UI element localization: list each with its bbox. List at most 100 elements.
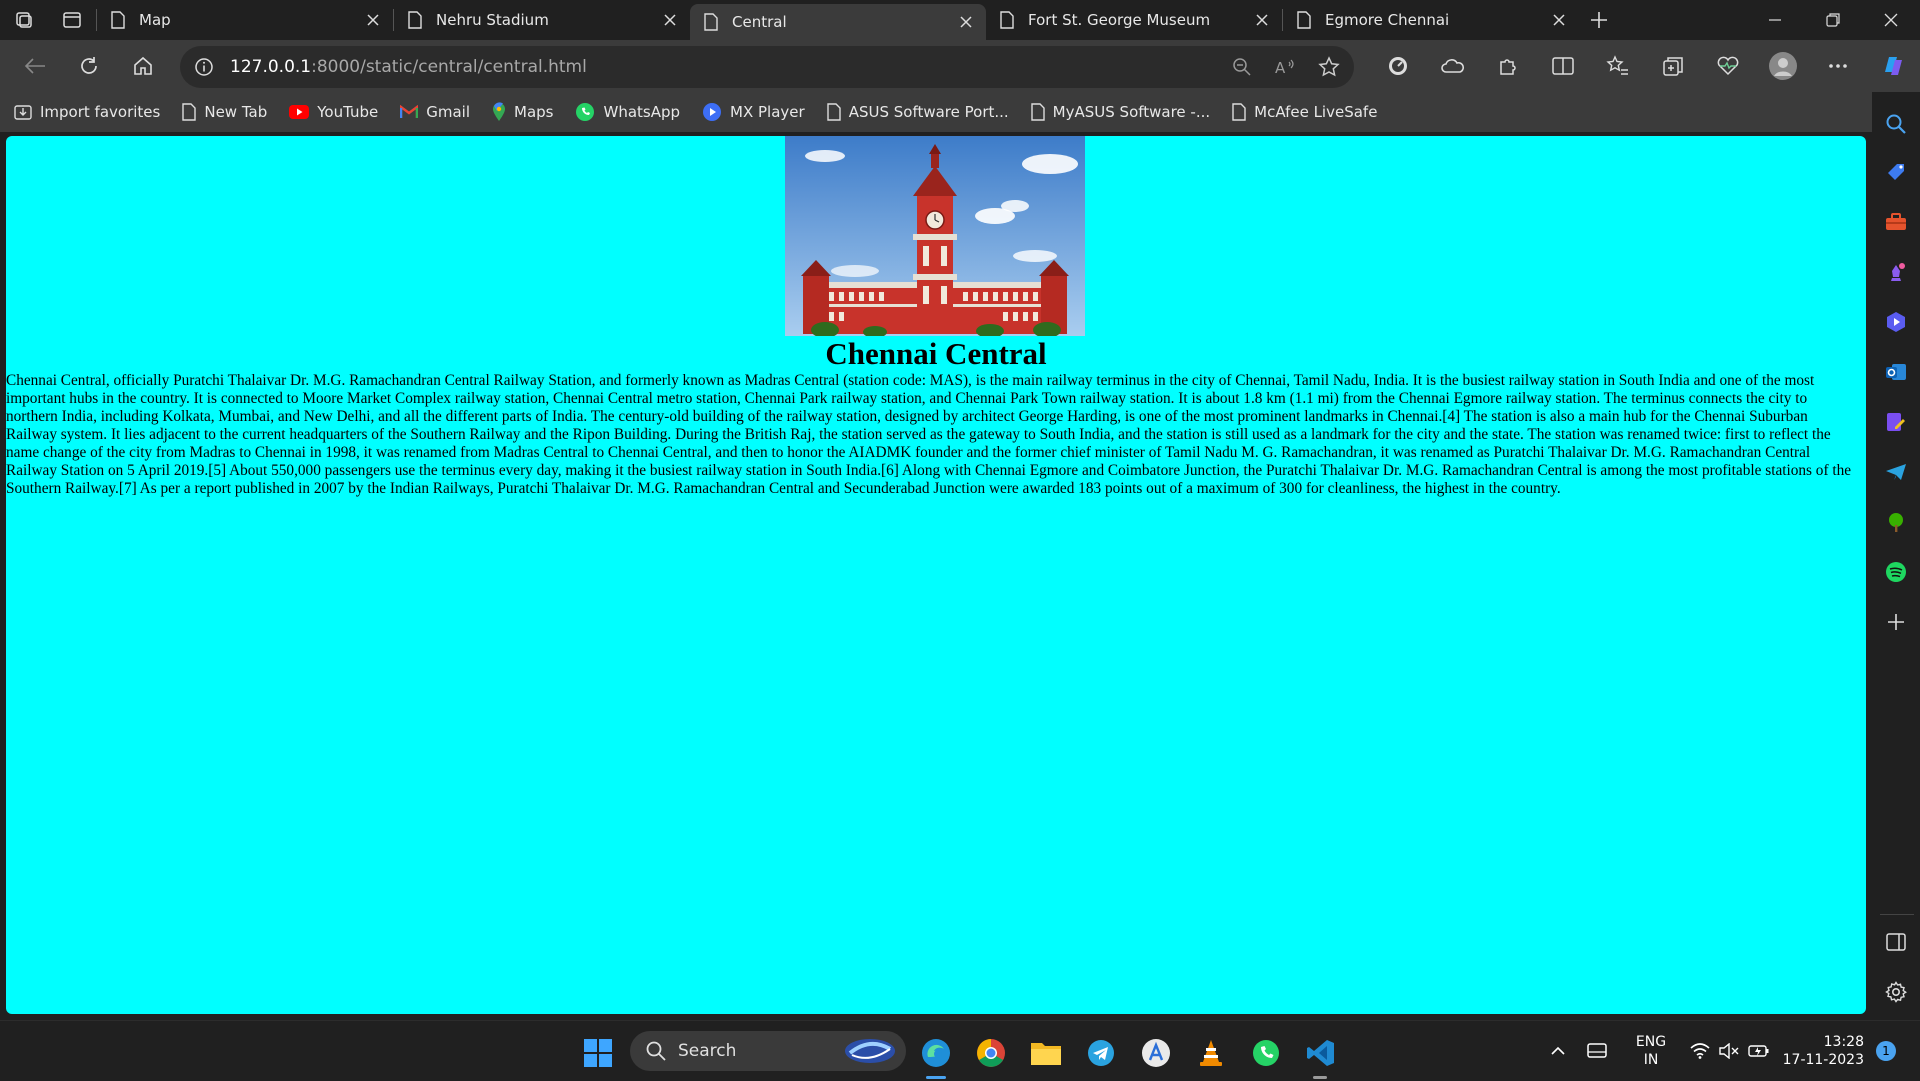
sidebar-tools-button[interactable] — [1880, 206, 1912, 238]
browser-essentials-button[interactable] — [1700, 46, 1755, 86]
refresh-icon — [81, 57, 97, 74]
sidebar-add-button[interactable] — [1880, 606, 1912, 638]
notification-badge[interactable]: 1 — [1876, 1041, 1896, 1061]
copilot-button[interactable] — [1865, 46, 1920, 86]
outlook-icon — [1886, 364, 1906, 380]
sidebar-search-button[interactable] — [1880, 108, 1912, 140]
shopping-tag-icon — [1888, 164, 1904, 180]
taskbar-app-store[interactable] — [1136, 1033, 1176, 1073]
sidebar-hide-button[interactable] — [1880, 926, 1912, 958]
tab-actions-button[interactable] — [48, 0, 96, 40]
close-icon[interactable] — [1549, 10, 1569, 30]
tab-egmore-chennai[interactable]: Egmore Chennai — [1283, 0, 1579, 40]
minimize-button[interactable] — [1746, 0, 1804, 40]
close-icon[interactable] — [1252, 10, 1272, 30]
taskbar-vscode[interactable] — [1301, 1033, 1341, 1073]
language-indicator[interactable]: ENG IN — [1622, 1033, 1680, 1069]
extension-button-2[interactable] — [1425, 46, 1480, 86]
sidebar-panel-icon — [1886, 933, 1906, 951]
favorites-button[interactable] — [1590, 46, 1645, 86]
spotify-icon — [1886, 562, 1906, 582]
close-icon[interactable] — [956, 12, 976, 32]
url-path: :8000/static/central/central.html — [311, 57, 587, 77]
sidebar-spotify-button[interactable] — [1880, 556, 1912, 588]
extension-button-1[interactable] — [1370, 46, 1425, 86]
new-tab-button[interactable] — [1579, 0, 1619, 40]
sidebar-outlook-button[interactable] — [1880, 356, 1912, 388]
sidebar-telegram-button[interactable] — [1880, 456, 1912, 488]
address-bar[interactable]: 127.0.0.1:8000/static/central/central.ht… — [180, 46, 1354, 88]
sidebar-copilot-button[interactable] — [1880, 306, 1912, 338]
page-icon — [408, 11, 422, 29]
bookmark-whatsapp[interactable]: WhatsApp — [575, 102, 680, 122]
taskbar-chrome[interactable] — [971, 1033, 1011, 1073]
bookmark-maps[interactable]: Maps — [492, 102, 553, 122]
settings-more-button[interactable] — [1810, 46, 1865, 86]
clock[interactable]: 13:28 17-11-2023 — [1780, 1033, 1864, 1069]
read-aloud-icon[interactable]: A — [1274, 57, 1296, 77]
close-window-button[interactable] — [1862, 0, 1920, 40]
bookmark-mx-player[interactable]: MX Player — [702, 102, 805, 122]
bookmark-new-tab[interactable]: New Tab — [182, 103, 267, 121]
workspaces-button[interactable] — [0, 0, 48, 40]
start-button[interactable] — [578, 1033, 618, 1073]
info-icon[interactable] — [194, 57, 214, 77]
tray-device-button[interactable] — [1572, 1043, 1622, 1059]
heart-pulse-icon — [1717, 56, 1738, 76]
taskbar-vlc[interactable] — [1191, 1033, 1231, 1073]
send-icon — [1886, 464, 1906, 480]
active-app-indicator — [926, 1076, 946, 1079]
sidebar-games-button[interactable] — [1880, 256, 1912, 288]
restore-button[interactable] — [1804, 0, 1862, 40]
taskbar-telegram[interactable] — [1081, 1033, 1121, 1073]
sidebar-shopping-button[interactable] — [1880, 156, 1912, 188]
battery-charging-icon — [1748, 1045, 1769, 1057]
close-icon[interactable] — [363, 10, 383, 30]
back-button[interactable] — [8, 46, 62, 86]
refresh-button[interactable] — [62, 46, 116, 86]
tab-actions-icon — [63, 12, 81, 28]
clock-date: 17-11-2023 — [1782, 1052, 1864, 1068]
extensions-button[interactable] — [1480, 46, 1535, 86]
url-host: 127.0.0.1 — [230, 57, 312, 77]
bookmark-label: ASUS Software Port... — [848, 103, 1009, 121]
tab-central[interactable]: Central — [690, 4, 986, 40]
tab-nehru-stadium[interactable]: Nehru Stadium — [394, 0, 690, 40]
bookmark-label: Import favorites — [40, 103, 161, 121]
favorite-star-icon[interactable] — [1318, 56, 1340, 78]
bookmark-mcafee-livesafe[interactable]: McAfee LiveSafe — [1232, 103, 1377, 121]
tab-fort-st-george-museum[interactable]: Fort St. George Museum — [986, 0, 1282, 40]
collections-button[interactable] — [1645, 46, 1700, 86]
folder-icon — [1031, 1043, 1061, 1065]
tab-map[interactable]: Map — [97, 0, 393, 40]
sidebar-settings-button[interactable] — [1880, 976, 1912, 1008]
zoom-out-icon[interactable] — [1232, 57, 1252, 77]
home-button[interactable] — [116, 46, 170, 86]
bookmark-youtube[interactable]: YouTube — [289, 103, 378, 121]
sidebar-tree-button[interactable] — [1880, 506, 1912, 538]
plus-icon — [1591, 12, 1607, 28]
sidebar-designer-button[interactable] — [1880, 406, 1912, 438]
page-icon — [826, 103, 841, 121]
split-screen-icon — [1551, 57, 1574, 75]
split-screen-button[interactable] — [1535, 46, 1590, 86]
cloud-icon — [1440, 59, 1464, 73]
profile-button[interactable] — [1755, 46, 1810, 86]
taskbar-edge[interactable] — [916, 1033, 956, 1073]
tab-title: Fort St. George Museum — [1028, 11, 1211, 29]
quick-settings-button[interactable] — [1680, 1043, 1780, 1059]
bookmark-asus-software-portal[interactable]: ASUS Software Port... — [826, 103, 1009, 121]
bookmark-gmail[interactable]: Gmail — [400, 103, 470, 121]
close-icon[interactable] — [660, 10, 680, 30]
page-icon — [1000, 11, 1014, 29]
bookmark-label: McAfee LiveSafe — [1254, 103, 1378, 121]
taskbar-search-box[interactable]: Search — [630, 1031, 906, 1071]
show-hidden-icons-button[interactable] — [1544, 1046, 1572, 1056]
bookmark-label: Gmail — [426, 103, 470, 121]
page-icon — [704, 13, 718, 31]
bookmark-import-favorites[interactable]: Import favorites — [14, 103, 160, 121]
taskbar-file-explorer[interactable] — [1026, 1033, 1066, 1073]
bookmark-myasus-software[interactable]: MyASUS Software -... — [1030, 103, 1210, 121]
clock-time: 13:28 — [1823, 1034, 1864, 1050]
taskbar-whatsapp[interactable] — [1246, 1033, 1286, 1073]
